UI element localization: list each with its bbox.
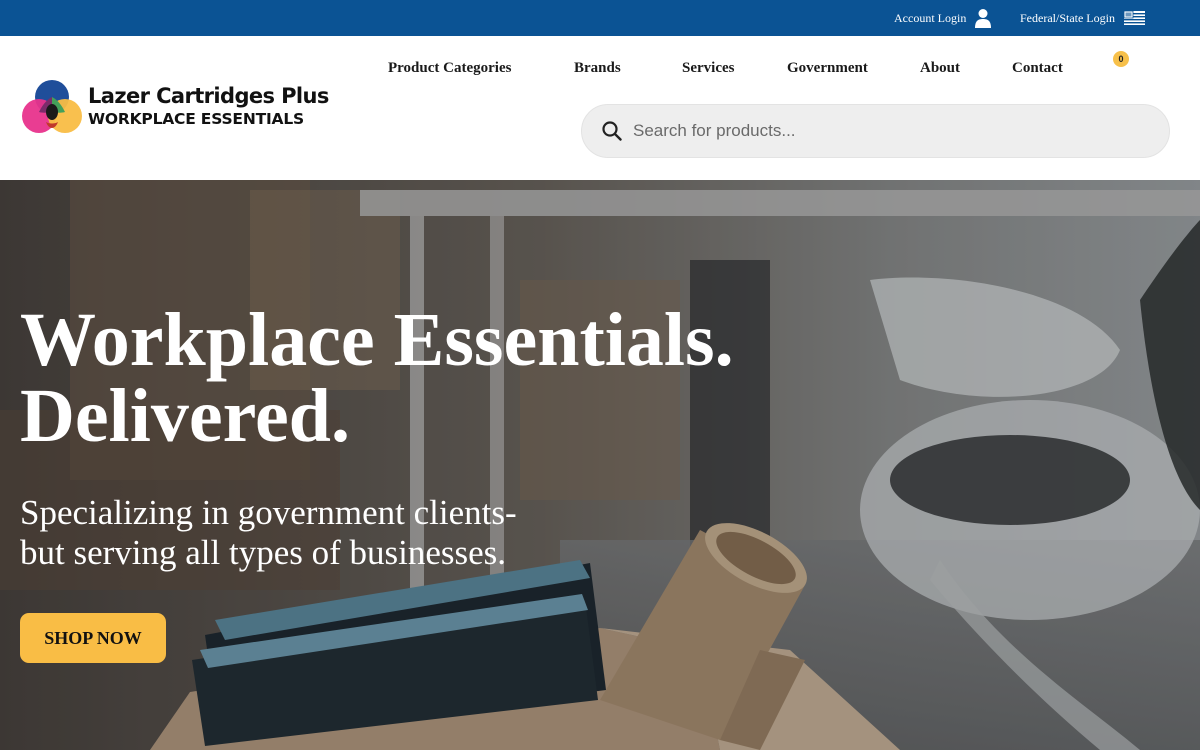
nav-item-contact[interactable]: Contact <box>1012 60 1063 77</box>
top-utility-bar: Account Login Federal/State Login <box>0 0 1200 36</box>
nav-item-services[interactable]: Services <box>682 60 734 77</box>
product-search-bar[interactable] <box>581 104 1170 158</box>
hero-subheadline-line2: but serving all types of businesses. <box>20 533 507 572</box>
hero-headline-line1: Workplace Essentials. <box>20 298 734 382</box>
main-nav: Product Categories Brands Services Gover… <box>0 60 1200 82</box>
site-header: Lazer Cartridges Plus WORKPLACE ESSENTIA… <box>0 36 1200 180</box>
hero-subheadline: Specializing in government clients- but … <box>20 493 517 573</box>
user-icon <box>975 8 992 28</box>
federal-state-login-link[interactable]: Federal/State Login <box>1020 0 1145 36</box>
account-login-link[interactable]: Account Login <box>894 0 992 36</box>
hero-headline-line2: Delivered. <box>20 374 350 458</box>
account-login-label: Account Login <box>894 10 967 25</box>
hero-subheadline-line1: Specializing in government clients- <box>20 493 517 532</box>
federal-login-label: Federal/State Login <box>1020 10 1115 25</box>
logo-name-primary: Lazer Cartridges Plus <box>88 84 329 108</box>
search-input[interactable] <box>633 121 1133 141</box>
nav-item-about[interactable]: About <box>920 60 960 77</box>
nav-item-product-categories[interactable]: Product Categories <box>388 60 511 77</box>
search-icon[interactable] <box>601 120 623 142</box>
logo-mark-icon <box>22 80 82 133</box>
us-flag-icon <box>1123 11 1145 25</box>
nav-item-brands[interactable]: Brands <box>574 60 621 77</box>
cart-count-badge[interactable]: 0 <box>1113 51 1129 67</box>
hero-banner: Workplace Essentials. Delivered. Special… <box>0 180 1200 750</box>
shop-now-button[interactable]: SHOP NOW <box>20 613 166 663</box>
hero-headline: Workplace Essentials. Delivered. <box>20 302 734 454</box>
site-logo[interactable]: Lazer Cartridges Plus WORKPLACE ESSENTIA… <box>22 78 352 138</box>
hero-background-image <box>0 180 1200 750</box>
nav-item-government[interactable]: Government <box>787 60 868 77</box>
logo-name-secondary: WORKPLACE ESSENTIALS <box>88 110 304 128</box>
